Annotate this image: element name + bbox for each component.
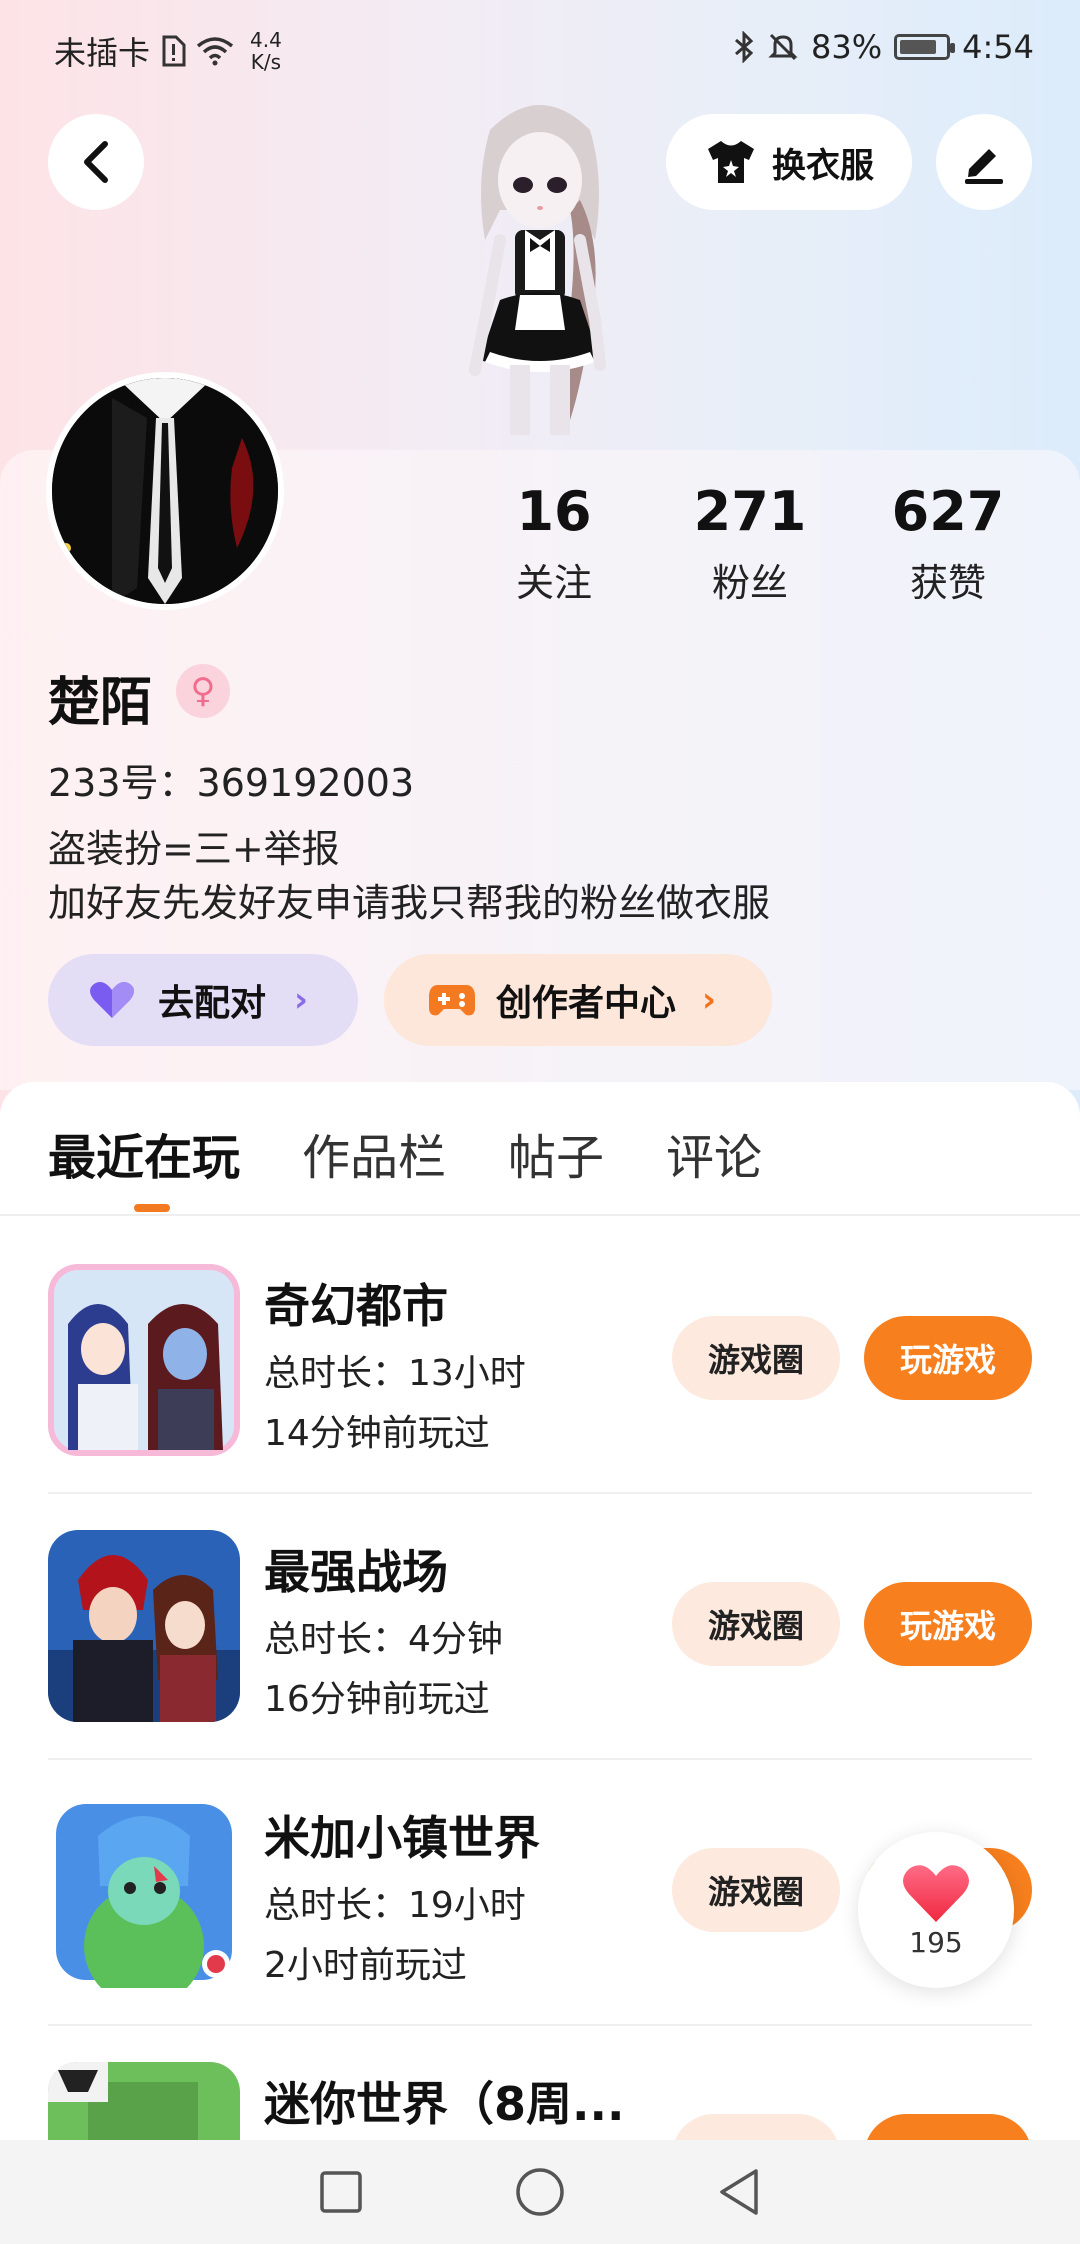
divider xyxy=(48,1492,1032,1494)
tshirt-icon xyxy=(708,141,754,183)
carrier-text: 未插卡 xyxy=(54,34,151,72)
clock: 4:54 xyxy=(962,28,1034,66)
game-name: 米加小镇世界 xyxy=(264,1811,540,1865)
play-game-button[interactable]: 玩游戏 xyxy=(864,1582,1032,1666)
divider xyxy=(0,1214,1080,1216)
stat-following[interactable]: 16 关注 xyxy=(456,480,652,607)
list-item[interactable]: 最强战场 总时长：4分钟 16分钟前玩过 游戏圈 玩游戏 xyxy=(48,1530,1032,1796)
system-navigation-bar xyxy=(0,2140,1080,2244)
bio-line: 盗装扮=三+举报 xyxy=(48,827,340,871)
user-id: 233号：369192003 xyxy=(48,761,415,805)
status-bar: 未插卡 4.4 K/s 83% 4:54 xyxy=(0,0,1080,100)
game-name: 迷你世界（8周... xyxy=(264,2077,625,2131)
bluetooth-icon xyxy=(735,31,754,63)
home-icon[interactable] xyxy=(514,2166,566,2218)
bio-line: 加好友先发好友申请我只帮我的粉丝做衣服 xyxy=(48,881,771,925)
game-icon xyxy=(48,1264,240,1456)
character-avatar-image[interactable] xyxy=(430,90,650,450)
change-outfit-label: 换衣服 xyxy=(772,145,874,186)
profile-stats: 16 关注 271 粉丝 627 获赞 xyxy=(458,480,1048,607)
match-label: 去配对 xyxy=(158,983,267,1024)
game-circle-button[interactable]: 游戏圈 xyxy=(672,1848,840,1932)
like-count: 195 xyxy=(909,1925,963,1959)
heart-icon xyxy=(90,982,134,1018)
gamepad-icon xyxy=(429,985,475,1016)
stat-value: 627 xyxy=(891,480,1005,543)
bio: 盗装扮=三+举报 加好友先发好友申请我只帮我的粉丝做衣服 xyxy=(48,822,770,930)
profile-tabs: 最近在玩 作品栏 帖子 评论 xyxy=(48,1118,762,1188)
divider xyxy=(48,1758,1032,1760)
game-last-played: 16分钟前玩过 xyxy=(264,1679,490,1720)
battery-percent: 83% xyxy=(811,28,883,66)
chevron-right-icon: › xyxy=(702,980,717,1020)
sim-alert-icon xyxy=(162,35,186,67)
avatar-image xyxy=(52,378,278,604)
silent-bell-icon xyxy=(768,33,798,61)
nickname: 楚陌 xyxy=(48,673,153,733)
speed-unit: K/s xyxy=(250,50,282,74)
back-nav-icon[interactable] xyxy=(716,2167,762,2217)
creator-center-button[interactable]: 创作者中心 › xyxy=(384,954,772,1046)
list-item[interactable]: 奇幻都市 总时长：13小时 14分钟前玩过 游戏圈 玩游戏 xyxy=(48,1264,1032,1530)
game-icon xyxy=(48,2062,240,2140)
edit-profile-button[interactable] xyxy=(936,114,1032,210)
match-button[interactable]: 去配对 › xyxy=(48,954,358,1046)
wifi-icon xyxy=(196,37,234,66)
game-icon xyxy=(48,1796,240,1988)
speed-value: 4.4 xyxy=(250,28,282,52)
recent-apps-icon[interactable] xyxy=(318,2169,364,2215)
game-name: 奇幻都市 xyxy=(264,1279,448,1333)
creator-center-label: 创作者中心 xyxy=(496,983,677,1024)
back-button[interactable] xyxy=(48,114,144,210)
game-icon xyxy=(48,1530,240,1722)
game-circle-button[interactable]: 游戏圈 xyxy=(672,1316,840,1400)
game-last-played: 14分钟前玩过 xyxy=(264,1413,490,1454)
active-tab-indicator xyxy=(134,1204,170,1212)
game-total-time: 总时长：19小时 xyxy=(264,1885,526,1926)
stat-value: 16 xyxy=(516,480,592,543)
play-game-button[interactable] xyxy=(864,2114,1032,2140)
tab-comments[interactable]: 评论 xyxy=(666,1118,762,1188)
chevron-left-icon xyxy=(84,141,108,183)
network-speed: 4.4 K/s xyxy=(250,29,282,73)
battery-icon xyxy=(894,34,956,60)
stat-label: 关注 xyxy=(516,561,593,605)
game-total-time: 总时长：4分钟 xyxy=(264,1619,503,1660)
heart-icon xyxy=(903,1864,969,1922)
change-outfit-button[interactable]: 换衣服 xyxy=(666,114,912,210)
stat-label: 粉丝 xyxy=(712,561,789,605)
stat-followers[interactable]: 271 粉丝 xyxy=(650,480,850,607)
like-button[interactable]: 195 xyxy=(858,1832,1014,1988)
tab-works[interactable]: 作品栏 xyxy=(302,1118,446,1188)
game-circle-button[interactable] xyxy=(672,2114,840,2140)
tab-recently-played[interactable]: 最近在玩 xyxy=(48,1118,240,1188)
game-circle-button[interactable]: 游戏圈 xyxy=(672,1582,840,1666)
stat-value: 271 xyxy=(693,480,807,543)
game-last-played: 2小时前玩过 xyxy=(264,1945,467,1986)
avatar[interactable] xyxy=(46,372,284,610)
divider xyxy=(48,2024,1032,2026)
tab-posts[interactable]: 帖子 xyxy=(508,1118,604,1188)
female-gender-icon: ♀ xyxy=(176,664,230,718)
stat-likes[interactable]: 627 获赞 xyxy=(848,480,1048,607)
game-name: 最强战场 xyxy=(264,1545,448,1599)
play-game-button[interactable]: 玩游戏 xyxy=(864,1316,1032,1400)
list-item[interactable]: 迷你世界（8周... xyxy=(48,2062,1032,2140)
chevron-right-icon: › xyxy=(294,980,309,1020)
stat-label: 获赞 xyxy=(909,561,986,605)
pencil-icon xyxy=(965,149,1003,184)
game-total-time: 总时长：13小时 xyxy=(264,1353,526,1394)
